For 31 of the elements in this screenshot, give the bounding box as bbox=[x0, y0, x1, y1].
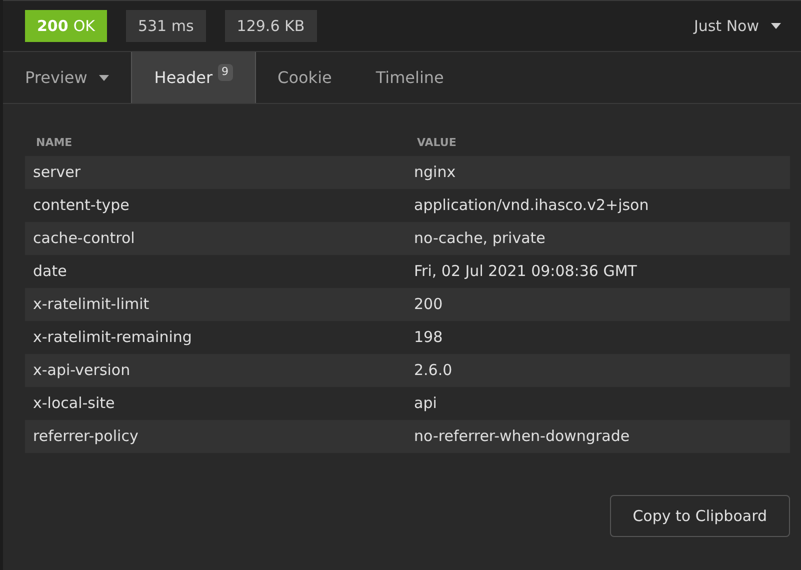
response-size: 129.6 KB bbox=[224, 10, 317, 42]
table-cell-text: x-api-version bbox=[32, 360, 132, 382]
count-badge: 9 bbox=[218, 64, 233, 81]
table-cell-text: api bbox=[413, 393, 437, 414]
tab[interactable]: Preview bbox=[3, 52, 132, 103]
table-cell-text: x-ratelimit-limit bbox=[32, 294, 150, 316]
table-cell-text: nginx bbox=[413, 162, 456, 184]
table-cell-text: x-ratelimit-remaining bbox=[32, 327, 193, 348]
table-cell-text: no-cache, private bbox=[413, 228, 546, 250]
copy-button[interactable]: Copy to Clipboard bbox=[610, 495, 790, 537]
response-time: 531 ms bbox=[126, 10, 206, 42]
history-dropdown[interactable]: Just Now bbox=[694, 14, 781, 38]
column-header: VALUE bbox=[416, 134, 456, 151]
tab[interactable]: Timeline bbox=[354, 52, 466, 103]
table-cell-text: content-type bbox=[32, 195, 130, 216]
table-cell-text: cache-control bbox=[32, 228, 136, 250]
table-cell-text: 2.6.0 bbox=[413, 360, 452, 382]
table-cell-text: referrer-policy bbox=[32, 426, 140, 448]
table-cell-text: Fri, 02 Jul 2021 09:08:36 GMT bbox=[413, 261, 637, 282]
table-cell-text: 200 bbox=[413, 294, 443, 316]
tab[interactable]: Cookie bbox=[256, 52, 354, 103]
table-cell-text: 198 bbox=[413, 327, 443, 348]
table-cell-text: x-local-site bbox=[32, 393, 116, 414]
caret-icon bbox=[771, 23, 781, 29]
table-cell-text: application/vnd.ihasco.v2+json bbox=[413, 195, 649, 216]
status-badge: 200 OK bbox=[25, 10, 107, 42]
column-header: NAME bbox=[35, 134, 74, 151]
table-cell-text: server bbox=[32, 162, 82, 184]
tab[interactable]: Header 9 bbox=[131, 52, 256, 103]
table-cell-text: date bbox=[32, 261, 68, 282]
table-cell-text: no-referrer-when-downgrade bbox=[413, 426, 630, 448]
